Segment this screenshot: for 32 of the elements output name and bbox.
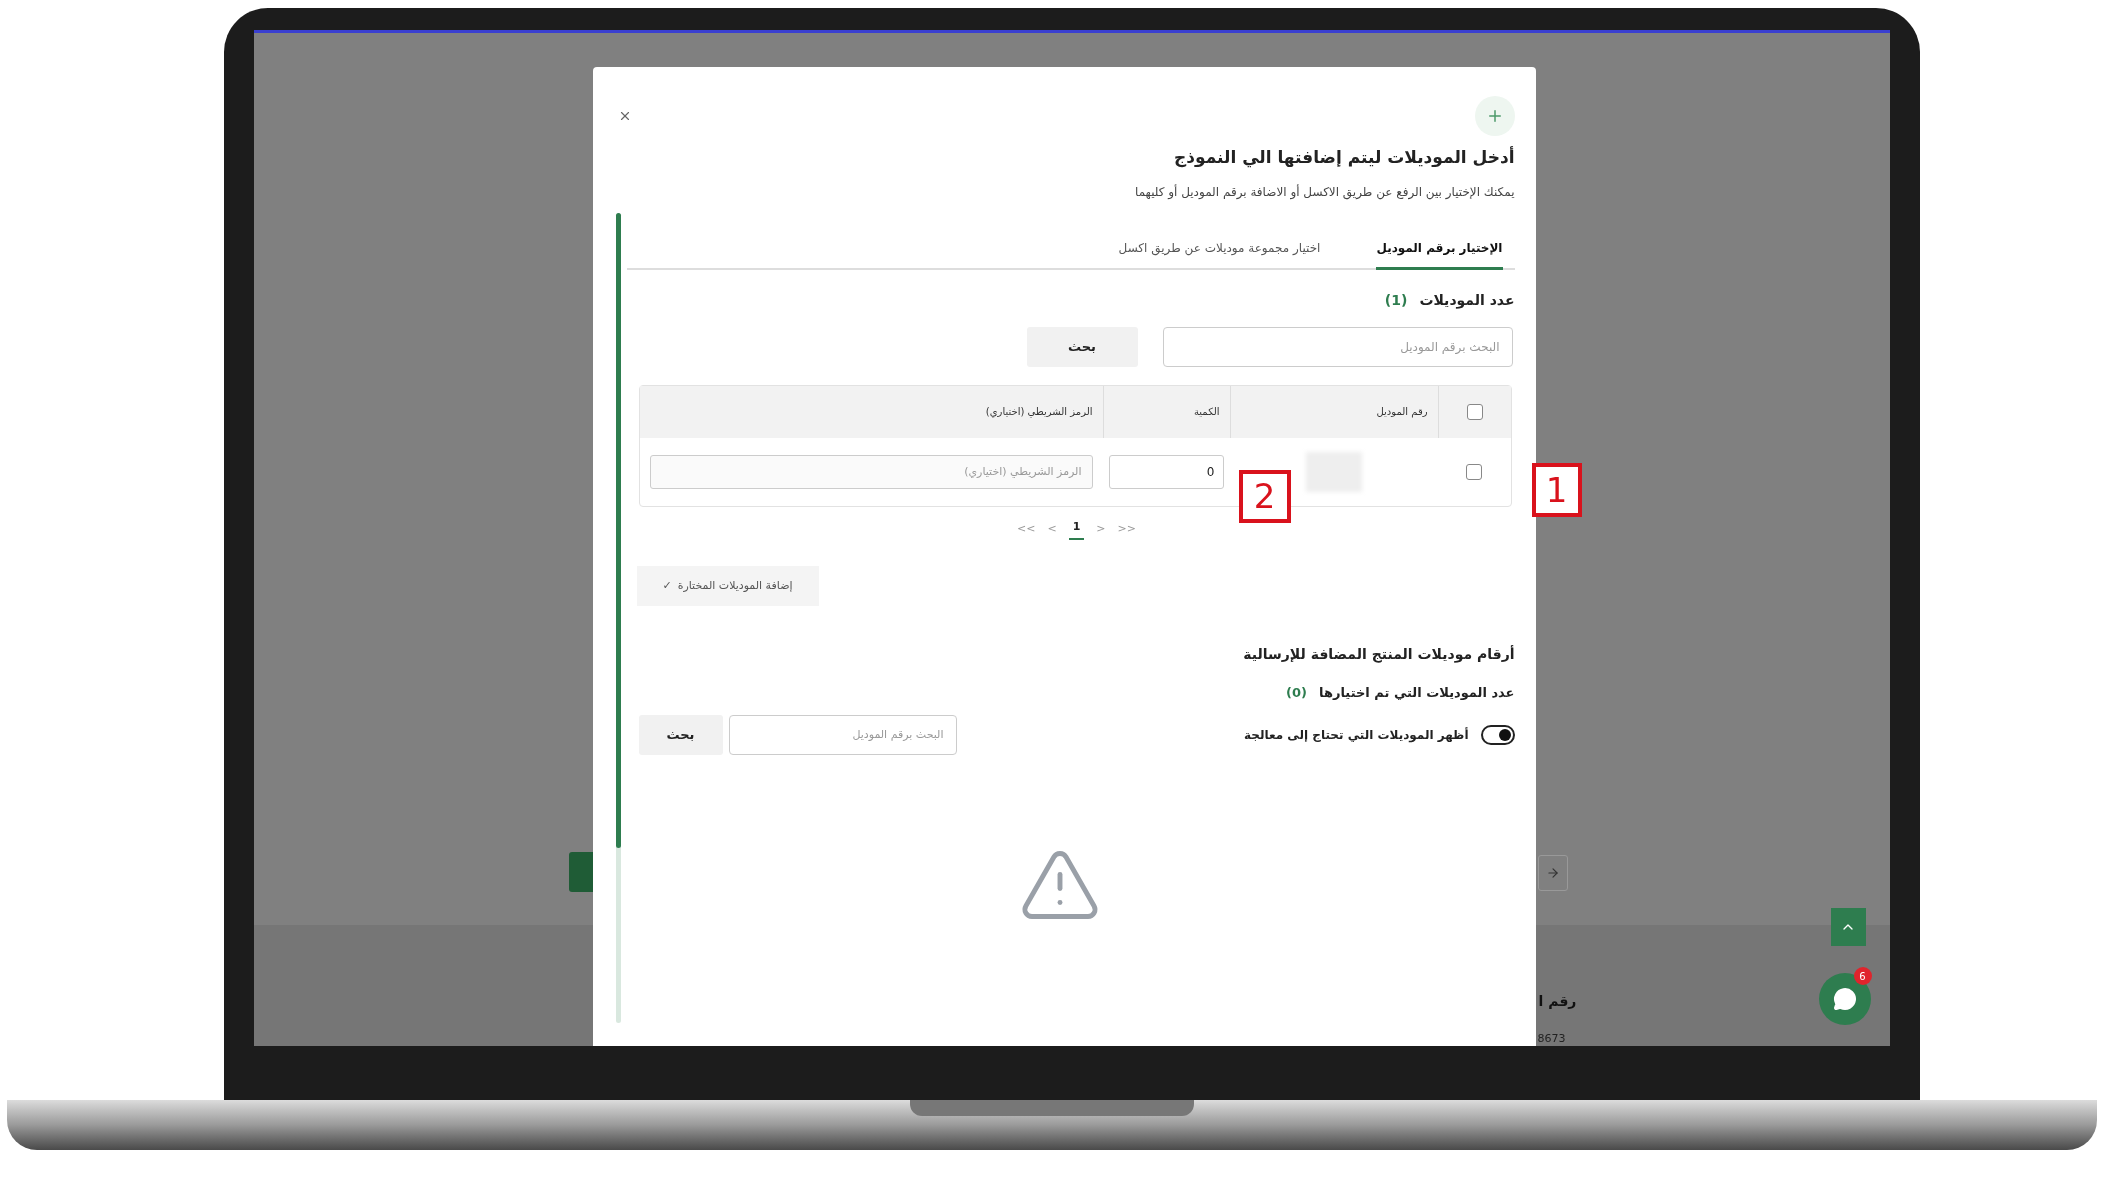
barcode-field[interactable]: الرمز الشريطي (اختياري) — [649, 454, 1093, 489]
checkbox[interactable] — [1466, 403, 1483, 420]
search-field[interactable]: البحث برقم الموديل — [1162, 326, 1513, 367]
checkbox[interactable] — [1466, 463, 1482, 480]
section-label: عدد الموديلات — [1419, 290, 1515, 311]
count-text: (0) — [1286, 684, 1308, 702]
column-header: الرمز الشريطي (اختياري) — [984, 405, 1094, 420]
column-header: الكمية — [1102, 385, 1230, 438]
section-label: عدد الموديلات التي تم اختيارها — [1319, 684, 1515, 702]
modal-title: أدخل الموديلات ليتم إضافتها الي النموذج — [1174, 145, 1515, 170]
search-button[interactable]: بحث — [638, 714, 723, 755]
page-link[interactable]: 1 — [1068, 518, 1085, 540]
quantity-field[interactable]: 0 — [1108, 454, 1224, 489]
background-label: رقم ا — [1538, 992, 1577, 1011]
modal-subtitle: يمكنك الإختيار بين الرفع عن طريق الاكسل أو الاضافة برقم الموديل أو كليهما — [1135, 183, 1515, 201]
add-selected-button[interactable]: إضافة الموديلات المختارة ✓ — [636, 566, 819, 606]
chat-bubble-icon — [1832, 987, 1857, 1011]
scrollbar-thumb[interactable] — [615, 213, 621, 848]
callout-number: 2 — [1238, 470, 1291, 523]
toggle-label: أظهر الموديلات التي تحتاج إلى معالجة — [1244, 726, 1469, 744]
tab[interactable]: الإختيار برقم الموديل — [1376, 238, 1503, 270]
column-header: رقم الموديل — [1229, 385, 1438, 438]
search-field[interactable]: البحث برقم الموديل — [728, 714, 957, 755]
arrow-right-icon[interactable] — [1537, 855, 1568, 891]
count-text: (1) — [1384, 290, 1408, 310]
section-heading: أرقام موديلات المنتج المضافة للإرسالية — [1243, 644, 1515, 665]
tab[interactable]: اختيار مجموعة موديلات عن طريق اكسل — [1118, 238, 1321, 270]
search-button[interactable]: بحث — [1026, 326, 1138, 367]
background-number: 8673 — [1537, 1031, 1566, 1046]
toggle-switch[interactable] — [1480, 724, 1515, 745]
add-icon — [1474, 96, 1515, 136]
callout-number: 1 — [1531, 463, 1582, 517]
